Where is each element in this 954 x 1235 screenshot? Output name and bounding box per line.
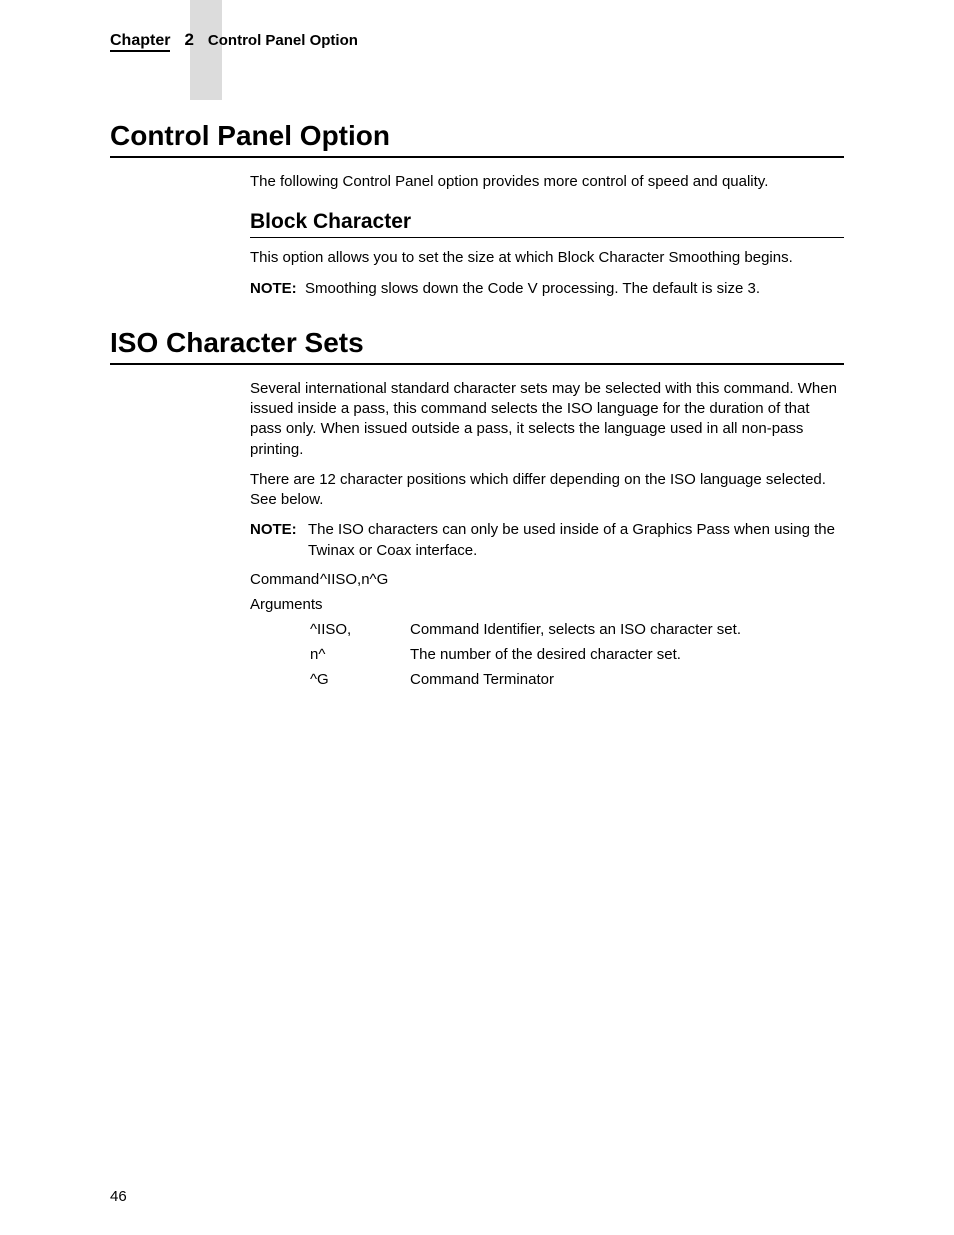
command-row: Command ^IISO,n^G bbox=[250, 571, 844, 588]
chapter-number: 2 bbox=[184, 30, 193, 50]
heading-iso-character-sets: ISO Character Sets bbox=[110, 327, 844, 365]
argument-row: ^G Command Terminator bbox=[310, 671, 844, 688]
paragraph: There are 12 character positions which d… bbox=[250, 470, 844, 511]
argument-desc: Command Identifier, selects an ISO chara… bbox=[410, 621, 741, 638]
chapter-label: Chapter bbox=[110, 32, 170, 52]
heading-block-character: Block Character bbox=[250, 210, 844, 238]
note: NOTE: Smoothing slows down the Code V pr… bbox=[250, 279, 844, 299]
note-label: NOTE: bbox=[250, 520, 308, 561]
note-label: NOTE: bbox=[250, 280, 297, 297]
paragraph: Several international standard character… bbox=[250, 379, 844, 460]
argument-desc: The number of the desired character set. bbox=[410, 646, 681, 663]
paragraph: The following Control Panel option provi… bbox=[250, 172, 844, 192]
argument-desc: Command Terminator bbox=[410, 671, 554, 688]
page-content: Control Panel Option The following Contr… bbox=[110, 120, 844, 696]
note-text: Smoothing slows down the Code V processi… bbox=[305, 280, 760, 297]
argument-row: n^ The number of the desired character s… bbox=[310, 646, 844, 663]
header-title: Control Panel Option bbox=[208, 32, 358, 49]
page-number: 46 bbox=[110, 1188, 127, 1205]
arguments-label-row: Arguments bbox=[250, 596, 844, 613]
note-text: The ISO characters can only be used insi… bbox=[308, 520, 844, 561]
argument-row: ^IISO, Command Identifier, selects an IS… bbox=[310, 621, 844, 638]
arguments-label: Arguments bbox=[250, 596, 323, 613]
argument-name: ^G bbox=[310, 671, 410, 688]
page-header: Chapter 2 Control Panel Option bbox=[110, 30, 844, 52]
heading-control-panel-option: Control Panel Option bbox=[110, 120, 844, 158]
note: NOTE: The ISO characters can only be use… bbox=[250, 520, 844, 561]
paragraph: This option allows you to set the size a… bbox=[250, 248, 844, 268]
command-label: Command bbox=[250, 571, 320, 588]
arguments-table: ^IISO, Command Identifier, selects an IS… bbox=[310, 621, 844, 688]
command-value: ^IISO,n^G bbox=[320, 571, 388, 588]
argument-name: n^ bbox=[310, 646, 410, 663]
argument-name: ^IISO, bbox=[310, 621, 410, 638]
